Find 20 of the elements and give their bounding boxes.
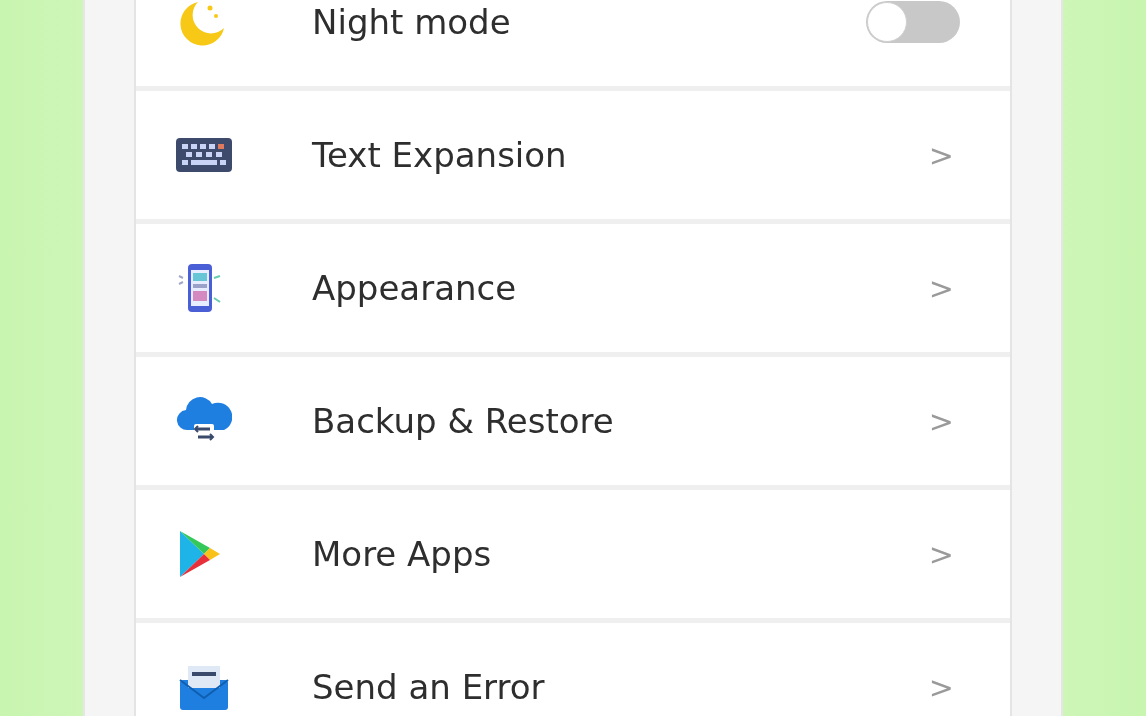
chevron: > xyxy=(928,668,954,707)
chevron: > xyxy=(928,402,954,441)
settings-row[interactable]: Text Expansion > xyxy=(136,91,1010,219)
phone-icon xyxy=(176,262,222,314)
setting-label: Text Expansion xyxy=(312,133,568,177)
settings-row[interactable]: Send an Error > xyxy=(136,623,1010,716)
settings-row[interactable]: Appearance > xyxy=(136,224,1010,352)
setting-label: Night mode xyxy=(312,0,512,44)
toggle-switch[interactable] xyxy=(866,1,960,43)
settings-row[interactable]: Backup & Restore > xyxy=(136,357,1010,485)
setting-label: Send an Error xyxy=(312,665,546,709)
setting-label: Appearance xyxy=(312,266,518,310)
chevron: > xyxy=(928,535,954,574)
setting-label: Backup & Restore xyxy=(312,399,615,443)
settings-row[interactable]: More Apps > xyxy=(136,490,1010,618)
chevron: > xyxy=(928,269,954,308)
settings-row[interactable]: Night mode xyxy=(136,0,1010,86)
setting-label: More Apps xyxy=(312,532,493,576)
chevron: > xyxy=(928,136,954,175)
keyboard-icon xyxy=(176,138,232,172)
